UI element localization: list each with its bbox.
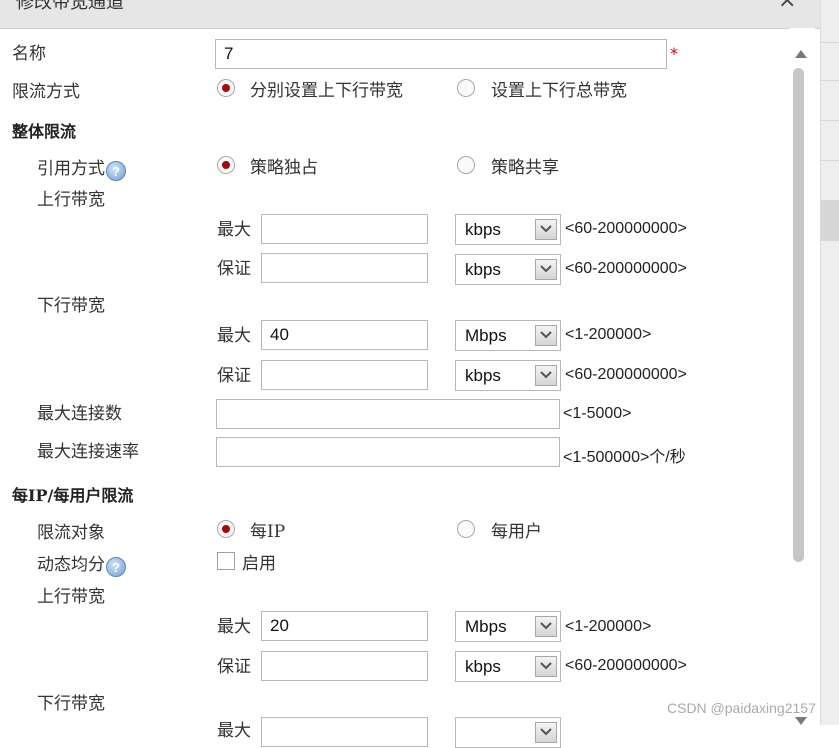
select-value: Mbps (465, 326, 507, 345)
select-value: kbps (465, 657, 501, 676)
background-segment (821, 200, 839, 241)
chevron-down-icon (535, 325, 557, 346)
overall-downlink-max-label: 最大 (217, 326, 251, 346)
scrollbar-thumb[interactable] (793, 68, 804, 562)
radio-limit-total[interactable] (457, 79, 475, 97)
chevron-down-icon (535, 365, 557, 386)
background-segment (821, 42, 839, 81)
background-panel (820, 0, 839, 725)
dialog-body: 名称 7 * 限流方式 分别设置上下行带宽 设置上下行总带宽 整体限流 引用方式… (0, 28, 790, 748)
per-user-uplink-max-label: 最大 (217, 617, 251, 637)
radio-limit-separate-label[interactable]: 分别设置上下行带宽 (250, 76, 403, 101)
per-user-downlink-max-input[interactable] (261, 717, 428, 747)
chevron-down-icon (535, 656, 557, 677)
overall-downlink-guarantee-range: <60-200000000> (565, 366, 687, 383)
select-value: Mbps (465, 617, 507, 636)
overall-downlink-guarantee-label: 保证 (217, 366, 251, 386)
name-input[interactable]: 7 (215, 39, 667, 69)
radio-limit-total-label[interactable]: 设置上下行总带宽 (491, 76, 627, 101)
radio-target-per-ip-label[interactable]: 每IP (250, 517, 285, 542)
radio-policy-exclusive-label[interactable]: 策略独占 (250, 153, 318, 178)
scroll-up-icon[interactable] (794, 44, 810, 58)
background-segment (821, 0, 839, 43)
overall-uplink-max-unit-select[interactable]: kbps (455, 214, 561, 245)
per-user-uplink-max-unit-select[interactable]: Mbps (455, 611, 561, 642)
radio-policy-shared[interactable] (457, 156, 475, 174)
overall-downlink-guarantee-input[interactable] (261, 360, 428, 390)
select-value: kbps (465, 366, 501, 385)
max-conn-rate-input[interactable] (216, 437, 560, 467)
radio-policy-exclusive[interactable] (217, 156, 235, 174)
watermark: CSDN @paidaxing2157 (667, 700, 816, 716)
chevron-down-icon (535, 219, 557, 240)
overall-uplink-guarantee-label: 保证 (217, 259, 251, 279)
radio-target-per-user[interactable] (457, 520, 475, 538)
overall-downlink-max-input[interactable]: 40 (261, 320, 428, 350)
background-segment (821, 80, 839, 121)
radio-limit-separate[interactable] (217, 79, 235, 97)
overall-downlink-guarantee-unit-select[interactable]: kbps (455, 360, 561, 391)
dynamic-share-label: 动态均分? (37, 550, 126, 577)
overall-uplink-max-input[interactable] (261, 214, 428, 244)
overall-downlink-max-range: <1-200000> (565, 326, 652, 343)
per-user-uplink-guarantee-unit-select[interactable]: kbps (455, 651, 561, 682)
help-icon[interactable]: ? (106, 161, 126, 181)
help-icon[interactable]: ? (106, 557, 126, 577)
background-segment (821, 120, 839, 161)
dialog-title: 修改带宽通道 (16, 0, 124, 13)
chevron-down-icon (535, 259, 557, 280)
dynamic-enable-checkbox[interactable] (217, 552, 235, 570)
section-overall-title: 整体限流 (12, 122, 77, 141)
radio-target-per-user-label[interactable]: 每用户 (491, 517, 542, 542)
overall-downlink-label: 下行带宽 (37, 296, 105, 316)
overall-downlink-max-unit-select[interactable]: Mbps (455, 320, 561, 351)
max-conn-range: <1-5000> (563, 405, 632, 422)
ref-mode-label: 引用方式? (37, 154, 126, 181)
ref-mode-text: 引用方式 (37, 159, 105, 179)
per-user-downlink-max-unit-select[interactable] (455, 717, 561, 748)
radio-policy-shared-label[interactable]: 策略共享 (491, 153, 559, 178)
overall-uplink-max-range: <60-200000000> (565, 220, 687, 237)
per-user-downlink-max-label: 最大 (217, 721, 251, 741)
select-value: kbps (465, 220, 501, 239)
chevron-down-icon (535, 722, 557, 743)
limit-target-label: 限流对象 (37, 523, 105, 543)
section-per-user-title: 每IP/每用户限流 (12, 486, 134, 505)
name-label: 名称 (12, 44, 46, 64)
per-user-uplink-guarantee-input[interactable] (261, 651, 428, 681)
required-mark: * (670, 44, 678, 63)
dynamic-share-text: 动态均分 (37, 555, 105, 575)
max-conn-rate-range: <1-500000>个/秒 (563, 449, 686, 466)
max-conn-rate-label: 最大连接速率 (37, 442, 139, 462)
overall-uplink-label: 上行带宽 (37, 190, 105, 210)
per-user-uplink-max-input[interactable]: 20 (261, 611, 428, 641)
overall-uplink-guarantee-unit-select[interactable]: kbps (455, 254, 561, 285)
per-user-uplink-guarantee-range: <60-200000000> (565, 657, 687, 674)
per-user-uplink-label: 上行带宽 (37, 587, 105, 607)
max-conn-input[interactable] (216, 399, 560, 429)
overall-uplink-guarantee-input[interactable] (261, 253, 428, 283)
dynamic-enable-label[interactable]: 启用 (242, 549, 276, 574)
per-user-uplink-guarantee-label: 保证 (217, 657, 251, 677)
radio-target-per-ip[interactable] (217, 520, 235, 538)
limit-mode-label: 限流方式 (12, 82, 80, 102)
per-user-uplink-max-range: <1-200000> (565, 618, 652, 635)
per-user-downlink-label: 下行带宽 (37, 694, 105, 714)
close-icon[interactable]: × (778, 0, 796, 13)
chevron-down-icon (535, 616, 557, 637)
dialog-titlebar: 修改带宽通道 × (0, 0, 820, 29)
select-value: kbps (465, 260, 501, 279)
overall-uplink-max-label: 最大 (217, 220, 251, 240)
vertical-scrollbar[interactable] (789, 28, 815, 725)
overall-uplink-guarantee-range: <60-200000000> (565, 260, 687, 277)
max-conn-label: 最大连接数 (37, 404, 122, 424)
